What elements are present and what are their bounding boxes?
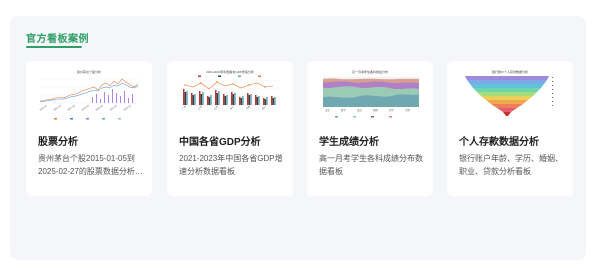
- card-description: 2021-2023年中国各省GDP增速分析数据看板: [179, 154, 283, 176]
- dashboard-card-deposits[interactable]: 银行账户个人存款数据分析 ■ ■ ■ ■ ■ ■ ■ ■ 个人存款数据分析 银行账户年龄、…: [447, 61, 573, 196]
- stacked-area-chart-thumbnail: 高一月考学生各科成绩分布 语文 数学 英语 物理 化学 生物: [313, 67, 427, 122]
- card-description: 银行账户年龄、学历、婚姻、职业、贷款分析看板: [459, 154, 563, 176]
- svg-text:语文: 语文: [325, 108, 330, 112]
- funnel-chart-thumbnail: 银行账户个人存款数据分析 ■ ■ ■ ■ ■ ■ ■ ■: [453, 67, 567, 122]
- card-title: 股票分析: [38, 137, 78, 148]
- svg-text:2016-03: 2016-03: [53, 104, 62, 112]
- section-title-underline: [26, 46, 82, 48]
- thumb-title: 银行账户个人存款数据分析: [492, 69, 528, 74]
- card-description: 贵州茅台个股2015-01-05到2025-02-27的股票数据分析看板: [38, 154, 143, 176]
- svg-text:■: ■: [552, 96, 554, 99]
- candlestick-line-chart-thumbnail: 贵州茅台个股分析 2015-01 2016-03 2017-06 2018-09…: [32, 67, 146, 122]
- svg-text:生物: 生物: [405, 108, 410, 112]
- svg-text:■: ■: [552, 88, 554, 91]
- svg-text:■: ■: [552, 100, 554, 103]
- dashboard-card-gdp[interactable]: 2021-2023年中国各省GDP增速分析 广东 江苏 山东 浙江 河南 四川 …: [167, 61, 293, 196]
- dashboard-card-stock[interactable]: 贵州茅台个股分析 2015-01 2016-03 2017-06 2018-09…: [26, 61, 152, 196]
- svg-text:化学: 化学: [389, 108, 394, 112]
- svg-text:■: ■: [552, 92, 554, 95]
- svg-text:2017-06: 2017-06: [67, 104, 76, 112]
- card-title: 学生成绩分析: [319, 137, 379, 148]
- svg-text:■: ■: [552, 76, 554, 79]
- card-title: 中国各省GDP分析: [179, 137, 261, 148]
- svg-text:2018-09: 2018-09: [81, 104, 90, 112]
- thumb-title: 2021-2023年中国各省GDP增速分析: [206, 69, 254, 74]
- svg-text:2023-02: 2023-02: [123, 104, 132, 112]
- card-title: 个人存款数据分析: [459, 137, 539, 148]
- svg-text:■: ■: [552, 80, 554, 83]
- svg-text:数学: 数学: [341, 108, 346, 112]
- dashboard-card-scores[interactable]: 高一月考学生各科成绩分布 语文 数学 英语 物理 化学 生物 学生成绩分析 高一…: [307, 61, 433, 196]
- svg-text:物理: 物理: [373, 108, 378, 112]
- thumb-title: 高一月考学生各科成绩分布: [352, 69, 388, 74]
- svg-text:2015-01: 2015-01: [39, 104, 48, 112]
- svg-text:2020-01: 2020-01: [95, 104, 104, 112]
- section-title: 官方看板案例: [26, 34, 89, 45]
- svg-text:英语: 英语: [357, 108, 362, 112]
- examples-panel: 官方看板案例 贵州茅台个股分析 2015-01 2016-03 2017-06 …: [10, 16, 586, 260]
- thumb-title: 贵州茅台个股分析: [77, 69, 101, 74]
- card-description: 高一月考学生各科成绩分布数据看板: [319, 154, 423, 176]
- svg-text:2021-05: 2021-05: [109, 104, 118, 112]
- svg-text:四川: 四川: [262, 105, 268, 111]
- svg-text:■: ■: [552, 84, 554, 87]
- bar-line-chart-thumbnail: 2021-2023年中国各省GDP增速分析 广东 江苏 山东 浙江 河南 四川: [173, 67, 287, 122]
- svg-text:■: ■: [552, 104, 554, 107]
